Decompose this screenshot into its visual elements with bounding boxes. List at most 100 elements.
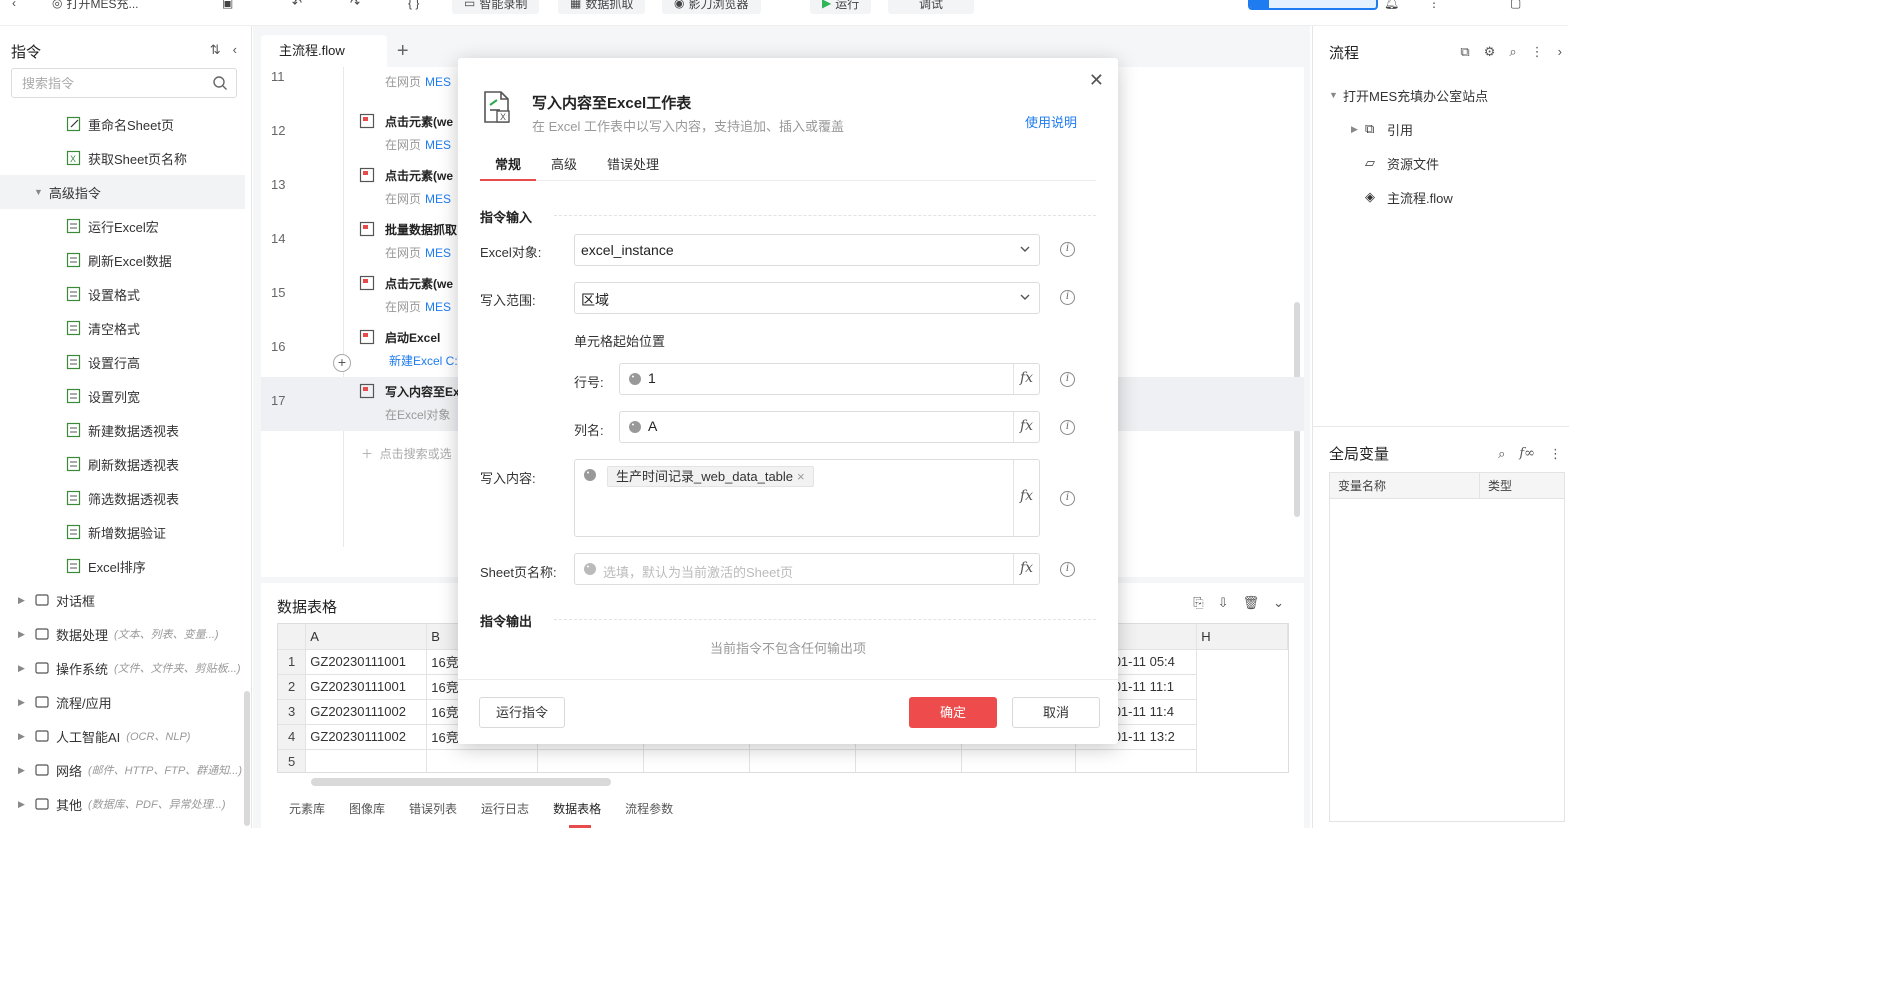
cmd-pivot-filter[interactable]: 筛选数据透视表 [0,481,250,515]
scrollbar[interactable] [244,691,250,826]
step-link[interactable]: MES [425,75,451,89]
step-link[interactable]: MES [425,138,451,152]
info-icon[interactable]: i [1060,290,1075,305]
more-icon[interactable]: ⋮ [1428,0,1440,14]
search-input[interactable] [12,69,192,97]
cmd-pivot-new[interactable]: 新建数据透视表 [0,413,250,447]
debug-button[interactable]: 调试 [888,0,974,14]
sheet-input[interactable]: 选填，默认为当前激活的Sheet页 fx [574,553,1040,585]
bottom-tab[interactable]: 错误列表 [397,796,469,822]
function-icon[interactable]: f∞ [1519,446,1535,462]
info-icon[interactable]: i [1060,372,1075,387]
tree-item-resources[interactable]: ▱ 资源文件 [1329,146,1488,180]
row-number[interactable]: 5 [278,749,307,772]
grid-col-header[interactable]: A [305,624,428,650]
row-number[interactable]: 3 [278,699,307,725]
step-link[interactable]: 新建Excel C:\ [389,354,461,368]
category-flow[interactable]: ▶ 流程/应用 [0,685,250,719]
collapse-icon[interactable]: ‹ [233,42,237,58]
grid-cell[interactable] [305,749,428,772]
row-number[interactable]: 1 [278,649,307,675]
save-button[interactable]: ▣ [222,0,233,14]
grid-cell[interactable] [749,749,856,772]
category-grid[interactable]: ▶ 其他 (数据库、PDF、异常处理...) [0,787,250,821]
cmd-validation[interactable]: 新增数据验证 [0,515,250,549]
tree-item-references[interactable]: ▶ ⧉ 引用 [1329,112,1488,146]
cmd-clear-format[interactable]: 清空格式 [0,311,250,345]
back-button[interactable]: ‹ [12,0,16,14]
chevron-right-icon[interactable]: › [1558,44,1562,60]
cmd-pivot-refresh[interactable]: 刷新数据透视表 [0,447,250,481]
step-link[interactable]: MES [425,246,451,260]
col-input[interactable]: A fx [619,411,1040,443]
grid-cell[interactable] [643,749,750,772]
bell-icon[interactable]: 🔔︎ [1384,0,1399,14]
fx-button[interactable]: fx [1013,554,1039,584]
import-icon[interactable]: ⇩ [1218,595,1229,611]
close-icon[interactable]: × [797,469,805,484]
category-ai[interactable]: ▶ 人工智能AI (OCR、NLP) [0,719,250,753]
range-select[interactable]: 区域 [574,282,1040,314]
grid-cell[interactable] [537,749,644,772]
variable-tag[interactable]: 生产时间记录_web_data_table × [607,466,814,487]
fx-button[interactable]: fx [1013,412,1039,442]
more-icon[interactable]: ⋮ [1531,44,1544,60]
category-os[interactable]: ▶ 操作系统 (文件、文件夹、剪贴板...) [0,651,250,685]
cmd-col-width[interactable]: 设置列宽 [0,379,250,413]
project-title[interactable]: ◎ 打开MES充... [52,0,139,14]
info-icon[interactable]: i [1060,420,1075,435]
category-dialog[interactable]: ▶ 对话框 [0,583,250,617]
step-link[interactable]: MES [425,192,451,206]
row-number[interactable]: 2 [278,674,307,700]
horizontal-scrollbar[interactable] [311,778,611,786]
cmd-row-height[interactable]: 设置行高 [0,345,250,379]
chevron-down-icon[interactable]: ⌄ [1273,595,1284,611]
tab-error-handling[interactable]: 错误处理 [592,154,674,181]
add-tab-icon[interactable]: + [387,35,419,67]
browser-button[interactable]: ◉ 影刀浏览器 [662,0,761,14]
bottom-tab[interactable]: 运行日志 [469,796,541,822]
excel-obj-select[interactable]: excel_instance [574,234,1040,266]
step-link[interactable]: MES [425,300,451,314]
run-button[interactable]: ▶ 运行 [810,0,872,14]
content-input[interactable]: 生产时间记录_web_data_table × fx [574,459,1040,537]
fx-button[interactable]: fx [1013,364,1039,394]
data-capture-button[interactable]: ▦ 数据抓取 [558,0,646,14]
grid-cell[interactable]: GZ20230111002 [305,724,428,750]
grid-cell[interactable]: GZ20230111002 [305,699,428,725]
add-step-hint[interactable]: ＋ 点击搜索或选 [361,445,452,462]
code-button[interactable]: { } [408,0,419,14]
tab-general[interactable]: 常规 [480,154,537,181]
cmd-get-sheet-name[interactable]: X 获取Sheet页名称 [0,141,250,175]
grid-cell[interactable] [961,749,1077,772]
search-icon[interactable]: ⌕ [1509,44,1516,60]
smart-record-button[interactable]: ▭ 智能录制 [452,0,540,14]
info-icon[interactable]: i [1060,491,1075,506]
tab-main-flow[interactable]: 主流程.flow [261,35,387,67]
cmd-format[interactable]: 设置格式 [0,277,250,311]
export-icon[interactable]: ⎘ [1193,595,1203,611]
group-advanced[interactable]: ▼ 高级指令 [0,175,245,209]
grid-cell[interactable] [855,749,962,772]
bottom-tab[interactable]: 数据表格 [541,796,613,828]
redo-button[interactable]: ↷ [350,0,360,14]
info-icon[interactable]: i [1060,242,1075,257]
help-link[interactable]: 使用说明 [1025,112,1077,131]
tree-root[interactable]: ▼ 打开MES充填办公室站点 [1329,78,1488,112]
fx-button[interactable]: fx [1013,460,1039,536]
tab-advanced[interactable]: 高级 [536,154,592,181]
window-icon[interactable]: ▢ [1510,0,1521,14]
run-command-button[interactable]: 运行指令 [479,697,565,728]
confirm-button[interactable]: 确定 [909,697,997,728]
bottom-tab[interactable]: 流程参数 [613,796,685,822]
grid-cell[interactable] [426,749,538,772]
grid-cell[interactable]: GZ20230111001 [305,649,428,675]
close-icon[interactable]: ✕ [1089,70,1104,91]
tree-item-main-flow[interactable]: ◈ 主流程.flow [1329,180,1488,214]
grid-col-header[interactable]: H [1196,624,1288,650]
cmd-refresh[interactable]: 刷新Excel数据 [0,243,250,277]
cancel-button[interactable]: 取消 [1012,697,1100,728]
info-icon[interactable]: i [1060,562,1075,577]
sort-icon[interactable]: ⇅ [210,42,221,58]
row-number[interactable]: 4 [278,724,307,750]
